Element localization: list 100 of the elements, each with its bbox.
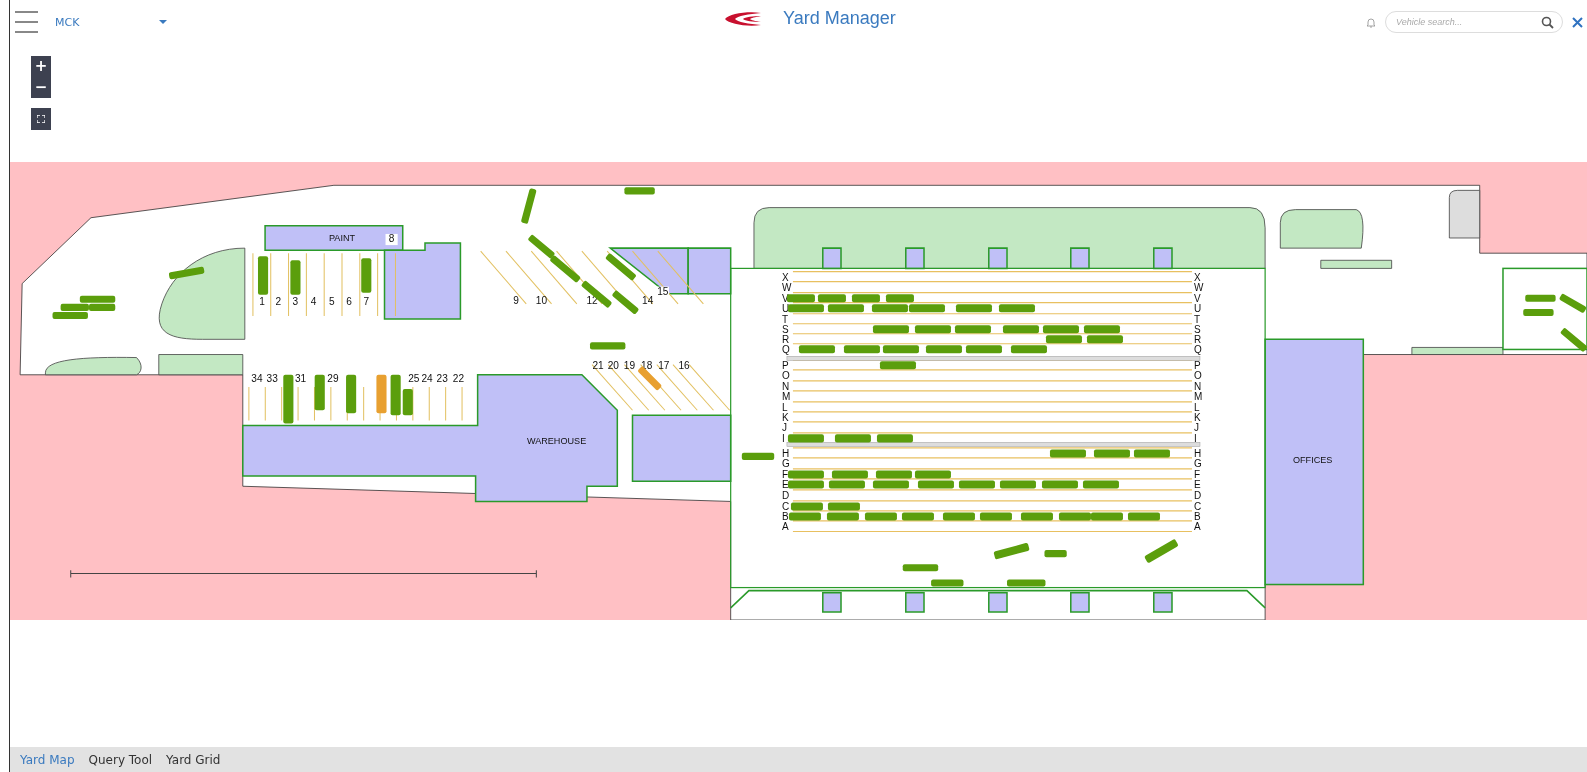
vehicle-tag[interactable] bbox=[851, 294, 880, 303]
row-letter: E bbox=[1193, 479, 1201, 491]
vehicle-tag[interactable] bbox=[917, 480, 954, 489]
vehicle-tag[interactable] bbox=[999, 480, 1036, 489]
vehicle-tag[interactable] bbox=[955, 304, 992, 313]
vehicle-tag[interactable] bbox=[827, 304, 864, 313]
caret-icon[interactable] bbox=[159, 20, 168, 24]
vehicle-tag[interactable] bbox=[346, 374, 357, 414]
tab[interactable]: Query Tool bbox=[88, 752, 153, 767]
row-letter: H bbox=[781, 448, 790, 460]
vehicle-tag[interactable] bbox=[1044, 550, 1067, 558]
vehicle-tag[interactable] bbox=[864, 512, 897, 521]
vehicle-tag[interactable] bbox=[914, 325, 951, 334]
row-letter: B bbox=[781, 511, 789, 523]
vehicle-tag[interactable] bbox=[834, 434, 871, 443]
vehicle-tag[interactable] bbox=[1523, 308, 1554, 316]
vehicle-tag[interactable] bbox=[958, 480, 995, 489]
vehicle-tag[interactable] bbox=[831, 470, 868, 479]
row-letter: O bbox=[1193, 370, 1202, 382]
vehicle-tag[interactable] bbox=[979, 512, 1012, 521]
vehicle-tag[interactable] bbox=[1002, 325, 1039, 334]
vehicle-tag[interactable] bbox=[1010, 345, 1047, 354]
vehicle-tag[interactable] bbox=[1133, 449, 1170, 458]
vehicle-tag[interactable] bbox=[1082, 480, 1119, 489]
vehicle-tag[interactable] bbox=[882, 345, 919, 354]
vehicle-tag[interactable] bbox=[788, 512, 821, 521]
vehicle-tag[interactable] bbox=[843, 345, 880, 354]
vehicle-tag[interactable] bbox=[283, 374, 294, 424]
loading-dock bbox=[1153, 247, 1173, 270]
vehicle-tag[interactable] bbox=[590, 342, 626, 350]
vehicle-tag[interactable] bbox=[871, 304, 908, 313]
bay-number: 20 bbox=[607, 359, 619, 371]
vehicle-tag[interactable] bbox=[1525, 294, 1556, 302]
vehicle-tag[interactable] bbox=[879, 361, 916, 370]
vehicle-tag[interactable] bbox=[1058, 512, 1091, 521]
vehicle-tag[interactable] bbox=[168, 266, 205, 280]
vehicle-tag[interactable] bbox=[790, 502, 823, 511]
vehicle-tag[interactable] bbox=[787, 434, 824, 443]
vehicle-tag[interactable] bbox=[942, 512, 975, 521]
vehicle-tag[interactable] bbox=[908, 304, 945, 313]
vehicle-tag[interactable] bbox=[914, 470, 951, 479]
vehicle-tag[interactable] bbox=[60, 303, 89, 311]
vehicle-tag[interactable] bbox=[931, 579, 964, 587]
row-letter: A bbox=[1193, 521, 1201, 533]
vehicle-tag[interactable] bbox=[1042, 325, 1079, 334]
vehicle-tag[interactable] bbox=[605, 252, 637, 281]
vehicle-tag[interactable] bbox=[901, 512, 934, 521]
fullscreen-button[interactable] bbox=[31, 108, 51, 130]
row-letter: T bbox=[1193, 314, 1201, 326]
vehicle-tag[interactable] bbox=[817, 294, 846, 303]
tab[interactable]: Yard Map bbox=[20, 752, 75, 767]
row-letter: Q bbox=[781, 344, 790, 356]
vehicle-tag[interactable] bbox=[998, 304, 1035, 313]
vehicle-tag[interactable] bbox=[828, 480, 865, 489]
vehicle-tag[interactable] bbox=[1020, 512, 1053, 521]
vehicle-tag[interactable] bbox=[902, 564, 939, 572]
search-icon[interactable] bbox=[1541, 16, 1554, 29]
bay-number: 6 bbox=[346, 295, 352, 307]
vehicle-tag[interactable] bbox=[925, 345, 962, 354]
vehicle-tag[interactable] bbox=[88, 303, 116, 311]
close-icon[interactable] bbox=[1572, 16, 1583, 28]
row-letter: W bbox=[781, 282, 792, 294]
vehicle-tag[interactable] bbox=[798, 345, 835, 354]
vehicle-tag[interactable] bbox=[390, 374, 401, 416]
vehicle-tag[interactable] bbox=[1083, 325, 1120, 334]
vehicle-tag[interactable] bbox=[741, 452, 775, 460]
vehicle-tag[interactable] bbox=[1093, 449, 1130, 458]
bell-icon[interactable] bbox=[1366, 16, 1376, 28]
vehicle-tag[interactable] bbox=[1049, 449, 1086, 458]
loading-dock bbox=[1070, 591, 1090, 613]
vehicle-tag[interactable] bbox=[314, 374, 325, 411]
vehicle-tag[interactable] bbox=[826, 512, 859, 521]
vehicle-tag[interactable] bbox=[875, 470, 912, 479]
vehicle-tag[interactable] bbox=[1041, 480, 1078, 489]
vehicle-tag[interactable] bbox=[787, 480, 824, 489]
vehicle-tag[interactable] bbox=[258, 256, 269, 295]
loading-dock bbox=[905, 247, 925, 270]
vehicle-tag[interactable] bbox=[1007, 579, 1046, 587]
vehicle-tag[interactable] bbox=[1045, 335, 1082, 344]
vehicle-tag[interactable] bbox=[872, 480, 909, 489]
vehicle-tag[interactable] bbox=[885, 294, 914, 303]
site-selector[interactable]: MCK bbox=[55, 15, 80, 29]
vehicle-tag[interactable] bbox=[954, 325, 991, 334]
row-letter: M bbox=[781, 391, 791, 403]
vehicle-tag[interactable] bbox=[402, 388, 413, 416]
vehicle-tag[interactable] bbox=[872, 325, 909, 334]
vehicle-tag[interactable] bbox=[787, 304, 824, 313]
vehicle-tag[interactable] bbox=[787, 470, 824, 479]
vehicle-tag[interactable] bbox=[1127, 512, 1160, 521]
vehicle-tag[interactable] bbox=[827, 502, 860, 511]
menu-button[interactable] bbox=[15, 11, 38, 33]
vehicle-tag[interactable] bbox=[965, 345, 1002, 354]
search-field[interactable]: Vehicle search... bbox=[1385, 11, 1563, 33]
tab[interactable]: Yard Grid bbox=[166, 752, 221, 767]
bay-number: 14 bbox=[642, 294, 654, 306]
vehicle-tag[interactable] bbox=[876, 434, 913, 443]
vehicle-tag[interactable] bbox=[624, 187, 655, 195]
vehicle-tag[interactable] bbox=[1086, 335, 1123, 344]
vehicle-tag[interactable] bbox=[79, 295, 116, 303]
vehicle-tag[interactable] bbox=[52, 311, 88, 320]
